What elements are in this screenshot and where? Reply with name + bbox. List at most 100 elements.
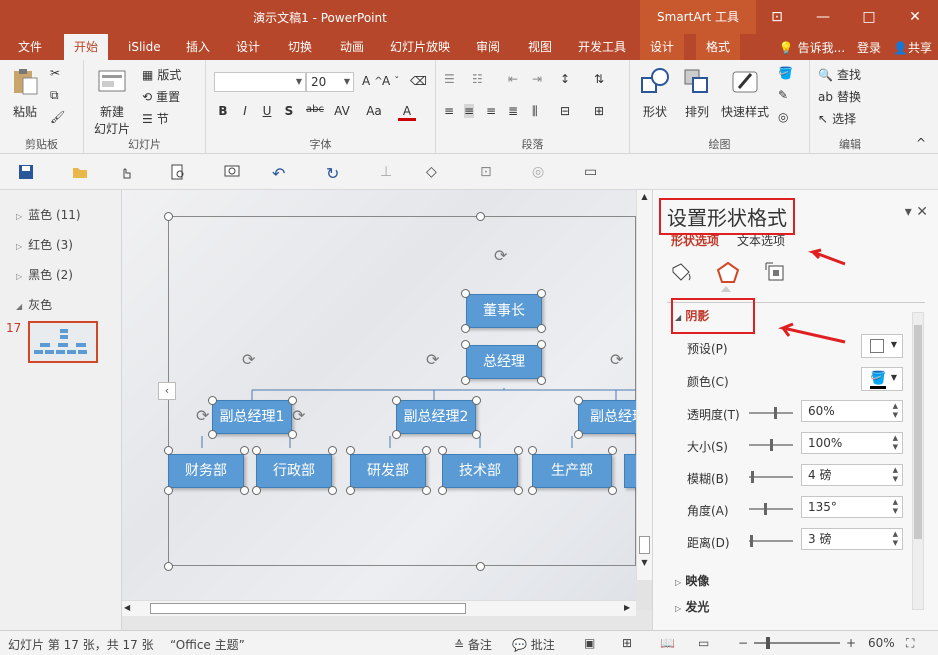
touch-icon[interactable] [118,164,134,180]
org-box-chairman[interactable]: 董事长 [466,294,542,328]
transparency-spinner[interactable]: 60% ▲ ▼ [801,400,903,422]
tab-view[interactable]: 视图 [518,34,562,60]
rotate-handle-icon[interactable]: ⟳ [242,350,255,369]
text-shadow-button[interactable]: S [280,104,298,118]
reading-view-icon[interactable]: 📖 [660,636,675,650]
org-box-extra[interactable] [624,454,636,488]
selection-handle[interactable] [288,396,297,405]
rotate-handle-icon[interactable]: ⟳ [292,406,305,425]
spinner-arrows-icon[interactable]: ▲ ▼ [893,466,898,484]
tell-me-box[interactable]: 💡 告诉我... [779,39,845,56]
size-properties-icon[interactable] [763,260,789,286]
slider-knob[interactable] [764,503,767,515]
format-painter-button[interactable]: 🖌 [50,110,65,124]
selection-handle[interactable] [537,340,546,349]
shape-fill-button[interactable]: 🪣 [778,66,793,80]
scroll-right-icon[interactable]: ▶ [624,603,630,612]
picture-icon[interactable]: ▭ [584,164,600,180]
redo-icon[interactable]: ↻ [326,164,342,183]
close-window-icon[interactable]: ✕ [892,0,938,34]
bullets-button[interactable]: ☰ [444,72,455,86]
zoom-out-icon[interactable]: − [738,636,748,650]
cut-button[interactable]: ✂ [50,66,60,80]
slideshow-view-icon[interactable]: ▭ [698,636,709,650]
transparency-slider[interactable] [749,407,793,419]
slider-knob[interactable] [751,471,754,483]
spinner-arrows-icon[interactable]: ▲ ▼ [893,434,898,452]
hscroll-thumb[interactable] [150,603,466,614]
columns-button[interactable]: ⫼ [532,104,538,119]
clear-format-button[interactable]: ⌫ [410,74,427,88]
selection-handle[interactable] [438,446,447,455]
selection-handle[interactable] [392,430,401,439]
tab-transitions[interactable]: 切换 [278,34,322,60]
tab-slideshow[interactable]: 幻灯片放映 [380,34,460,60]
shadow-color-dropdown[interactable]: 🪣 ▼ [861,367,903,391]
angle-spinner[interactable]: 135° ▲ ▼ [801,496,903,518]
selection-handle[interactable] [537,324,546,333]
tab-review[interactable]: 审阅 [466,34,510,60]
align-left-button[interactable]: ≡ [444,104,454,118]
find-button[interactable]: 🔍 查找 [818,66,861,83]
scroll-thumb[interactable] [914,325,922,539]
shadow-preset-dropdown[interactable]: ▼ [861,334,903,358]
normal-view-icon[interactable]: ▣ [584,636,595,650]
fit-window-icon[interactable]: ⛶ [906,636,914,651]
close-icon[interactable]: ✕ [916,204,928,220]
scroll-left-icon[interactable]: ◀ [124,603,130,612]
org-box-vp1[interactable]: 副总经理1 [212,400,292,434]
minimize-icon[interactable]: — [800,0,846,34]
tab-file[interactable]: 文件 [8,34,52,60]
fill-line-icon[interactable] [667,260,693,286]
slide-thumbnail[interactable] [28,321,98,363]
align-right-button[interactable]: ≡ [486,104,496,118]
shapes-button[interactable]: 形状 [636,66,674,120]
maximize-icon[interactable]: □ [846,0,892,34]
distance-spinner[interactable]: 3 磅 ▲ ▼ [801,528,903,550]
layout-button[interactable]: ▦ 版式 [142,66,181,83]
section-red[interactable]: ▷ 红色 (3) [16,236,73,253]
selection-handle[interactable] [514,486,523,495]
collapse-ribbon-icon[interactable]: ^ [916,136,926,150]
collapse-text-pane-button[interactable]: ‹ [158,382,176,400]
bold-button[interactable]: B [214,104,232,118]
selection-handle[interactable] [472,430,481,439]
align-icon[interactable]: ⊥ [380,164,396,180]
select-button[interactable]: ↖ 选择 [818,110,856,127]
selection-handle[interactable] [608,446,617,455]
selection-handle[interactable] [288,430,297,439]
selection-handle[interactable] [574,396,583,405]
tab-shape-options[interactable]: 形状选项 [671,232,719,249]
effects-pentagon-icon[interactable] [715,260,741,286]
sorter-view-icon[interactable]: ⊞ [622,636,632,650]
tab-design[interactable]: 设计 [226,34,270,60]
slider-knob[interactable] [770,439,773,451]
org-box-admin[interactable]: 行政部 [256,454,332,488]
numbering-button[interactable]: ☷ [472,72,483,86]
scroll-thumb[interactable] [639,536,650,554]
shape-tool-icon[interactable]: ◇ [426,164,442,180]
zoom-level[interactable]: 60% [868,636,895,650]
zoom-knob[interactable] [766,637,770,649]
blur-slider[interactable] [749,471,793,483]
selection-handle[interactable] [472,396,481,405]
selection-handle[interactable] [514,446,523,455]
grow-font-button[interactable]: A ^ [362,74,383,88]
smartart-convert-button[interactable]: ⊞ [594,104,604,118]
font-name-combo[interactable]: ▼ [214,72,306,92]
tab-smartart-design[interactable]: 设计 [640,34,685,60]
selection-handle[interactable] [574,430,583,439]
reset-button[interactable]: ⟲ 重置 [142,88,180,105]
undo-icon[interactable]: ↶ [272,164,288,183]
comments-button[interactable]: 💬 批注 [512,636,555,653]
merge-icon[interactable]: ◎ [532,164,548,180]
indent-dec-button[interactable]: ⇤ [508,72,518,86]
selection-handle[interactable] [528,486,537,495]
italic-button[interactable]: I [236,104,254,118]
slider-knob[interactable] [750,535,753,547]
org-box-rd[interactable]: 研发部 [350,454,426,488]
selection-handle[interactable] [608,486,617,495]
slideshow-icon[interactable] [224,164,240,180]
blur-spinner[interactable]: 4 磅 ▲ ▼ [801,464,903,486]
shape-outline-button[interactable]: ✎ [778,88,788,102]
